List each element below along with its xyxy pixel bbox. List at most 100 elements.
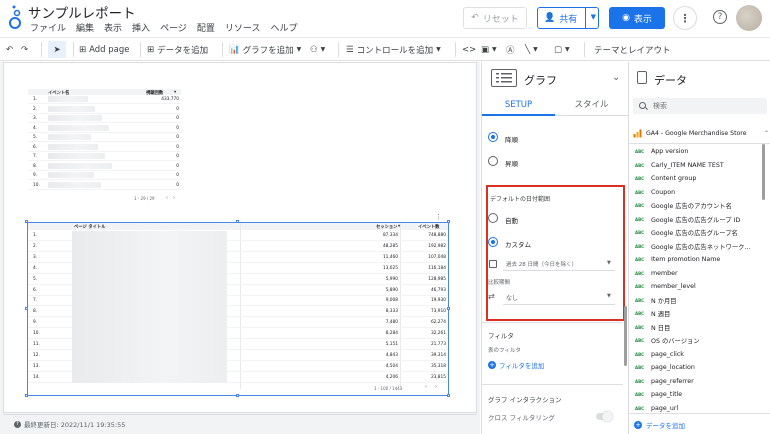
col-views[interactable]: 視聴回数 — [146, 90, 163, 96]
table-cell: 0 — [176, 173, 179, 178]
select-pointer-icon[interactable]: ➤ — [48, 41, 66, 58]
more-options-icon[interactable]: ⋮ — [673, 6, 697, 30]
auto-radio[interactable] — [488, 213, 498, 223]
compare-value: なし — [506, 295, 519, 302]
date-range-dropdown[interactable]: 過去 28 日間（今日を除く） ▼ — [503, 258, 615, 270]
field-item[interactable]: ABC Google 広告の広告グループ ID — [635, 214, 740, 225]
menu-file[interactable]: ファイル — [30, 21, 66, 34]
code-embed-icon[interactable]: <> — [462, 41, 476, 58]
field-item[interactable]: ABC OS のバージョン — [635, 335, 700, 346]
field-name: Google 広告のアカウント名 — [651, 203, 732, 210]
tab-setup[interactable]: SETUP — [482, 94, 555, 116]
pagination: 1 - 29 / 29 — [134, 196, 155, 201]
menu-insert[interactable]: 挿入 — [132, 21, 150, 34]
field-item[interactable]: ABC Carly_ITEM NAME TEST — [635, 160, 724, 171]
field-item[interactable]: ABC N か月目 — [635, 295, 677, 306]
view-label: 表示 — [633, 14, 652, 25]
undo-icon[interactable]: ↶ — [6, 41, 13, 58]
sort-asc-radio[interactable] — [488, 156, 498, 166]
table-chart-icon[interactable] — [491, 69, 517, 87]
redo-icon[interactable]: ↷ — [21, 41, 28, 58]
share-button[interactable]: 👤 共有 ▼ — [537, 7, 599, 29]
field-item[interactable]: ABC page_url — [635, 403, 678, 414]
menu-help[interactable]: ヘルプ — [270, 21, 297, 34]
field-item[interactable]: ABC App version — [635, 146, 688, 157]
text-type-icon: ABC — [635, 351, 645, 357]
search-box[interactable] — [633, 98, 767, 114]
resize-handle[interactable] — [25, 220, 28, 223]
field-item[interactable]: ABC Google 広告の広告グループ名 — [635, 227, 738, 238]
chevron-down-icon[interactable]: ⌄ — [612, 72, 620, 83]
theme-layout-button[interactable]: テーマとレイアウト — [594, 41, 671, 58]
field-item[interactable]: ABC N 週目 — [635, 308, 670, 319]
field-item[interactable]: ABC page_click — [635, 349, 684, 360]
add-control-button[interactable]: ☰ コントロールを追加 ▼ — [346, 41, 441, 58]
event-table[interactable]: イベント名 視聴回数 ▾ 1. 433,770 2. 0 3. 0 4. 0 5. 0 6. 0 7. 0… — [28, 89, 181, 207]
tab-style[interactable]: スタイル — [555, 94, 628, 116]
field-item[interactable]: ABC Content group — [635, 173, 696, 184]
field-item[interactable]: ABC page_title — [635, 389, 682, 400]
resize-handle[interactable] — [236, 220, 239, 223]
add-data-button[interactable]: ⊞ データを追加 — [147, 41, 208, 58]
menu-page[interactable]: ページ — [160, 21, 187, 34]
field-item[interactable]: ABC Coupon — [635, 187, 675, 198]
add-filter-link[interactable]: + フィルタを追加 — [488, 360, 544, 370]
field-name: page_title — [651, 391, 683, 398]
resize-handle[interactable] — [447, 307, 450, 310]
scrollbar[interactable] — [624, 306, 627, 366]
field-item[interactable]: ABC page_location — [635, 362, 695, 373]
shape-icon[interactable]: ▢ ▼ — [554, 41, 570, 58]
menu-view[interactable]: 表示 — [104, 21, 122, 34]
line-icon[interactable]: ╲ ▼ — [525, 41, 538, 58]
menu-bar: ファイル 編集 表示 挿入 ページ 配置 リソース ヘルプ — [30, 21, 297, 34]
row-number: 6. — [33, 144, 38, 150]
next-page-icon[interactable]: › — [173, 195, 175, 201]
add-data-link[interactable]: + データを追加 — [634, 420, 685, 430]
resize-handle[interactable] — [447, 394, 450, 397]
image-icon[interactable]: ▣ ▼ — [481, 41, 497, 58]
help-icon[interactable]: ? — [713, 10, 727, 24]
field-item[interactable]: ABC page_referrer — [635, 376, 694, 387]
resize-handle[interactable] — [25, 307, 28, 310]
reset-button[interactable]: ↶ リセット — [463, 7, 527, 29]
add-page-button[interactable]: ⊞ Add page — [79, 41, 130, 58]
cross-filter-toggle[interactable] — [596, 411, 613, 422]
search-input[interactable] — [653, 100, 753, 112]
report-page[interactable]: イベント名 視聴回数 ▾ 1. 433,770 2. 0 3. 0 4. 0 5. 0 6. 0 7. 0… — [3, 62, 477, 413]
field-item[interactable]: ABC N 日目 — [635, 322, 670, 333]
sort-desc-radio[interactable] — [488, 132, 498, 142]
resize-handle[interactable] — [25, 394, 28, 397]
interaction-heading: グラフ インタラクション — [488, 396, 562, 404]
field-item[interactable]: ABC Google 広告の広告ネットワーク… — [635, 241, 751, 252]
menu-resource[interactable]: リソース — [225, 21, 261, 34]
compare-icon: ⇄ — [488, 292, 495, 301]
field-item[interactable]: ABC member — [635, 268, 678, 279]
text-icon[interactable]: Ⓐ — [506, 41, 515, 58]
field-item[interactable]: ABC member_level — [635, 281, 696, 292]
chart-more-icon[interactable]: ⋮ — [435, 213, 442, 221]
info-icon: ↑ — [14, 420, 21, 428]
field-item[interactable]: ABC Item promotion Name — [635, 254, 720, 265]
view-button[interactable]: ◉ 表示 — [609, 7, 665, 29]
scrollbar[interactable] — [762, 144, 765, 200]
menu-arrange[interactable]: 配置 — [197, 21, 215, 34]
resize-handle[interactable] — [236, 394, 239, 397]
collapse-icon[interactable]: ⌃ — [764, 130, 769, 137]
menu-edit[interactable]: 編集 — [76, 21, 94, 34]
text-type-icon: ABC — [635, 216, 645, 222]
compare-dropdown[interactable]: なし ▼ — [503, 291, 615, 303]
resize-handle[interactable] — [447, 220, 450, 223]
avatar[interactable] — [736, 5, 762, 31]
data-source[interactable]: GA4 - Google Merchandise Store ⌃ — [633, 126, 769, 140]
custom-radio[interactable] — [488, 237, 498, 247]
row-number: 5. — [33, 135, 38, 140]
report-title[interactable]: サンプルレポート — [28, 2, 136, 22]
community-viz-button[interactable]: ⚇ ▼ — [310, 41, 325, 58]
field-name: Content group — [651, 175, 697, 182]
table-cell: 0 — [176, 125, 179, 131]
field-item[interactable]: ABC Google 広告のアカウント名 — [635, 200, 732, 211]
add-chart-button[interactable]: 📊 グラフを追加 ▼ — [229, 41, 301, 58]
prev-page-icon[interactable]: ‹ — [166, 195, 168, 201]
sort-icon[interactable]: ▾ — [174, 90, 176, 95]
share-dropdown-icon[interactable]: ▼ — [591, 13, 596, 21]
